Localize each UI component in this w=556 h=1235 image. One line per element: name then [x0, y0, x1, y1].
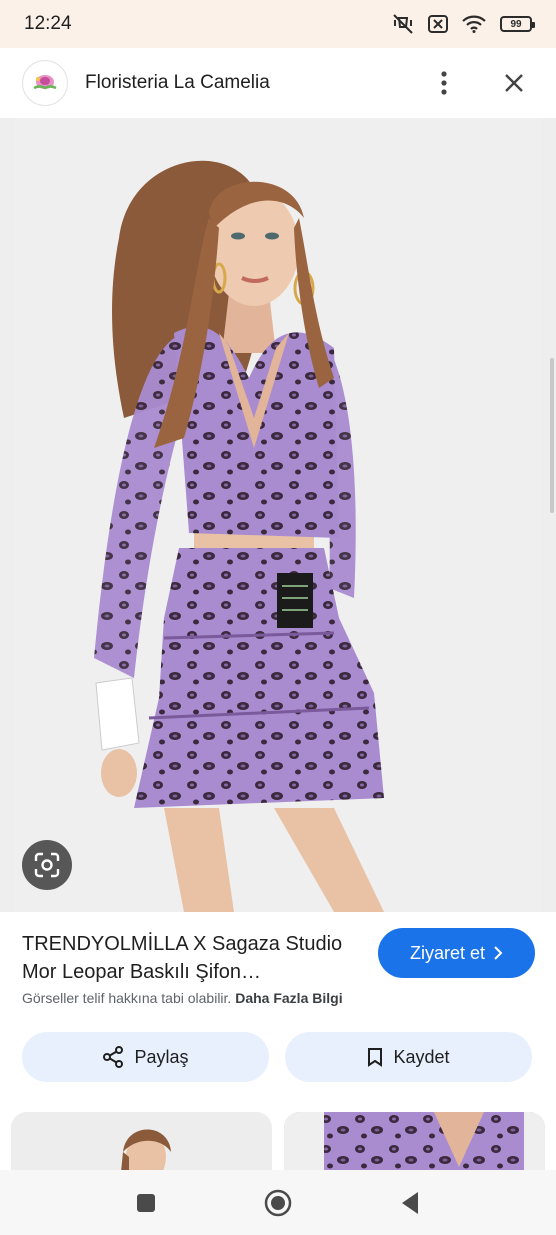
- more-vert-icon[interactable]: [424, 63, 464, 103]
- close-icon[interactable]: [494, 63, 534, 103]
- scrollbar[interactable]: [550, 358, 554, 513]
- battery-icon: 99: [500, 16, 535, 32]
- status-time: 12:24: [24, 13, 72, 34]
- share-icon: [103, 1046, 124, 1068]
- result-image[interactable]: [0, 118, 556, 912]
- related-thumbnail[interactable]: [11, 1112, 272, 1170]
- related-thumbnail[interactable]: [284, 1112, 545, 1170]
- system-nav-bar: [0, 1170, 556, 1235]
- wifi-icon: [462, 15, 486, 33]
- copyright-text: Görseller telif hakkına tabi olabilir.: [22, 990, 232, 1006]
- more-info-link[interactable]: Daha Fazla Bilgi: [235, 990, 342, 1006]
- share-label: Paylaş: [134, 1046, 189, 1067]
- status-bar: 12:24 99: [0, 0, 556, 48]
- bookmark-icon: [368, 1048, 383, 1067]
- copyright-notice: Görseller telif hakkına tabi olabilir. D…: [22, 990, 343, 1006]
- site-name[interactable]: Floristeria La Camelia: [85, 72, 270, 94]
- result-title[interactable]: TRENDYOLMİLLA X Sagaza Studio Mor Leopar…: [22, 930, 362, 986]
- save-button[interactable]: Kaydet: [285, 1032, 532, 1082]
- chevron-right-icon: [494, 946, 503, 960]
- save-label: Kaydet: [393, 1046, 450, 1067]
- flower-logo-icon[interactable]: [22, 60, 68, 106]
- recents-square-icon[interactable]: [126, 1183, 166, 1223]
- status-icons: 99: [392, 14, 535, 34]
- visit-button[interactable]: Ziyaret et: [378, 928, 535, 978]
- back-triangle-icon[interactable]: [390, 1183, 430, 1223]
- lens-icon[interactable]: [22, 840, 72, 890]
- sim-off-icon: [428, 15, 448, 33]
- home-circle-icon[interactable]: [258, 1183, 298, 1223]
- mute-vibrate-icon: [393, 14, 413, 34]
- related-results: [0, 1112, 556, 1170]
- result-info: TRENDYOLMİLLA X Sagaza Studio Mor Leopar…: [0, 912, 556, 1112]
- product-photo: [14, 118, 542, 912]
- header: Floristeria La Camelia: [0, 48, 556, 118]
- battery-level: 99: [510, 18, 522, 30]
- share-button[interactable]: Paylaş: [22, 1032, 269, 1082]
- visit-label: Ziyaret et: [409, 942, 486, 963]
